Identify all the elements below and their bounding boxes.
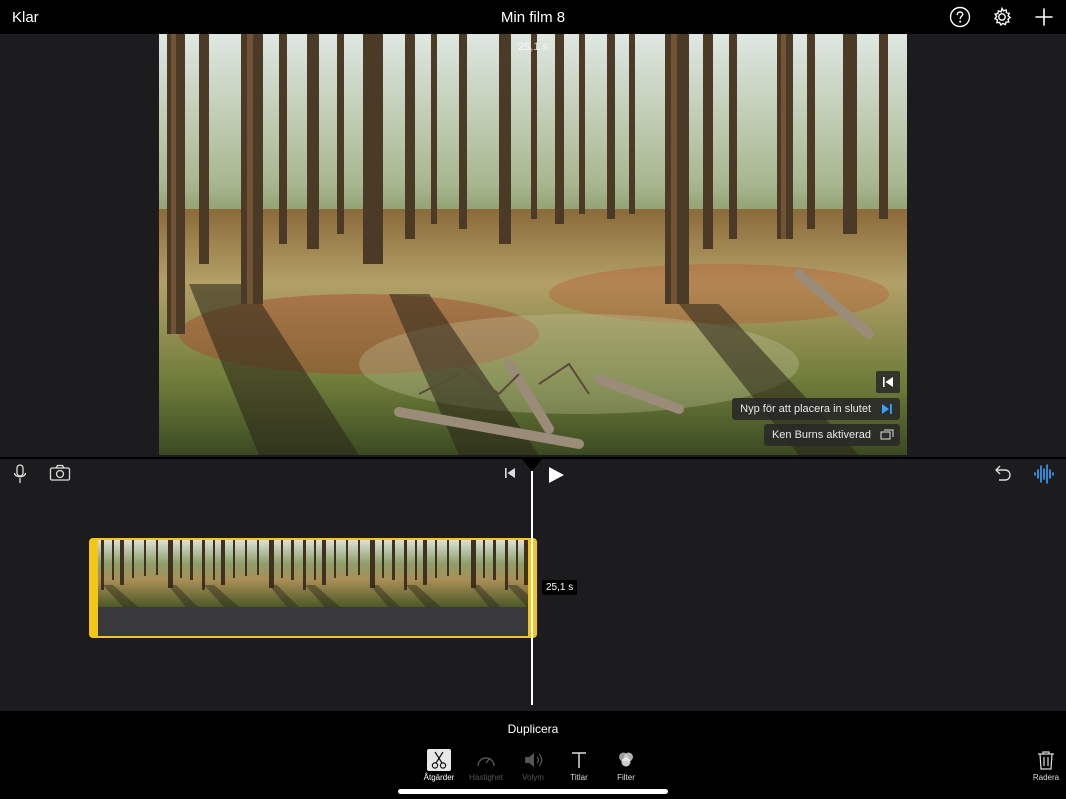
top-bar: Klar Min film 8 bbox=[0, 0, 1066, 34]
pinch-hint[interactable]: Nyp för att placera in slutet bbox=[732, 398, 900, 420]
tool-titles[interactable]: Titlar bbox=[555, 749, 603, 789]
skip-to-start-button[interactable] bbox=[876, 371, 900, 393]
forest-image bbox=[159, 34, 907, 455]
tool-speed-label: Hastighet bbox=[469, 773, 503, 782]
preview-viewer: 25,1 s Nyp för att placera in slutet Ken… bbox=[0, 34, 1066, 457]
tool-volume-label: Volym bbox=[522, 773, 544, 782]
tool-actions-label: Åtgärder bbox=[423, 773, 455, 782]
pinch-hint-label: Nyp för att placera in slutet bbox=[740, 403, 871, 415]
ken-burns-toggle[interactable]: Ken Burns aktiverad bbox=[763, 424, 900, 446]
undo-icon[interactable] bbox=[991, 464, 1013, 484]
help-icon[interactable] bbox=[949, 6, 971, 28]
scissors-icon bbox=[427, 749, 451, 771]
ken-burns-icon bbox=[880, 429, 894, 440]
tool-filter-label: Filter bbox=[617, 773, 635, 782]
camera-icon[interactable] bbox=[49, 464, 71, 482]
tool-speed[interactable]: Hastighet bbox=[462, 749, 510, 789]
timeline[interactable]: 25,1 s bbox=[0, 459, 1066, 711]
tool-filter[interactable]: Filter bbox=[602, 749, 650, 789]
delete-button[interactable]: Radera bbox=[1026, 749, 1066, 789]
skip-back-icon bbox=[883, 377, 893, 387]
microphone-icon[interactable] bbox=[11, 463, 29, 485]
ken-burns-label: Ken Burns aktiverad bbox=[771, 429, 871, 441]
clip-duration-badge: 25,1 s bbox=[542, 580, 578, 595]
duplicate-button[interactable]: Duplicera bbox=[0, 722, 1066, 736]
skip-to-start-icon[interactable] bbox=[502, 466, 518, 480]
speed-icon bbox=[477, 757, 495, 767]
play-icon[interactable] bbox=[546, 465, 566, 485]
filter-icon bbox=[619, 752, 633, 767]
settings-icon[interactable] bbox=[991, 6, 1013, 28]
titles-icon bbox=[572, 752, 586, 768]
trash-icon bbox=[1038, 751, 1054, 770]
bottom-toolbar: Duplicera Åtgärder Hastighet Volym Titla… bbox=[0, 711, 1066, 799]
clip-thumbnails bbox=[98, 540, 528, 607]
tool-titles-label: Titlar bbox=[570, 773, 588, 782]
playhead[interactable] bbox=[531, 471, 533, 705]
add-icon[interactable] bbox=[1033, 6, 1055, 28]
home-indicator[interactable] bbox=[398, 789, 668, 794]
video-clip[interactable] bbox=[89, 538, 537, 638]
tool-actions[interactable]: Åtgärder bbox=[415, 749, 463, 789]
delete-label: Radera bbox=[1032, 773, 1060, 782]
playhead-marker bbox=[522, 459, 542, 471]
video-frame[interactable]: 25,1 s Nyp för att placera in slutet Ken… bbox=[159, 34, 907, 455]
project-title: Min film 8 bbox=[500, 9, 566, 26]
time-overlay: 25,1 s bbox=[518, 41, 548, 53]
volume-icon bbox=[525, 753, 543, 767]
tool-volume[interactable]: Volym bbox=[509, 749, 557, 789]
audio-waveform-icon[interactable] bbox=[1033, 463, 1055, 485]
play-to-end-icon bbox=[882, 404, 892, 414]
